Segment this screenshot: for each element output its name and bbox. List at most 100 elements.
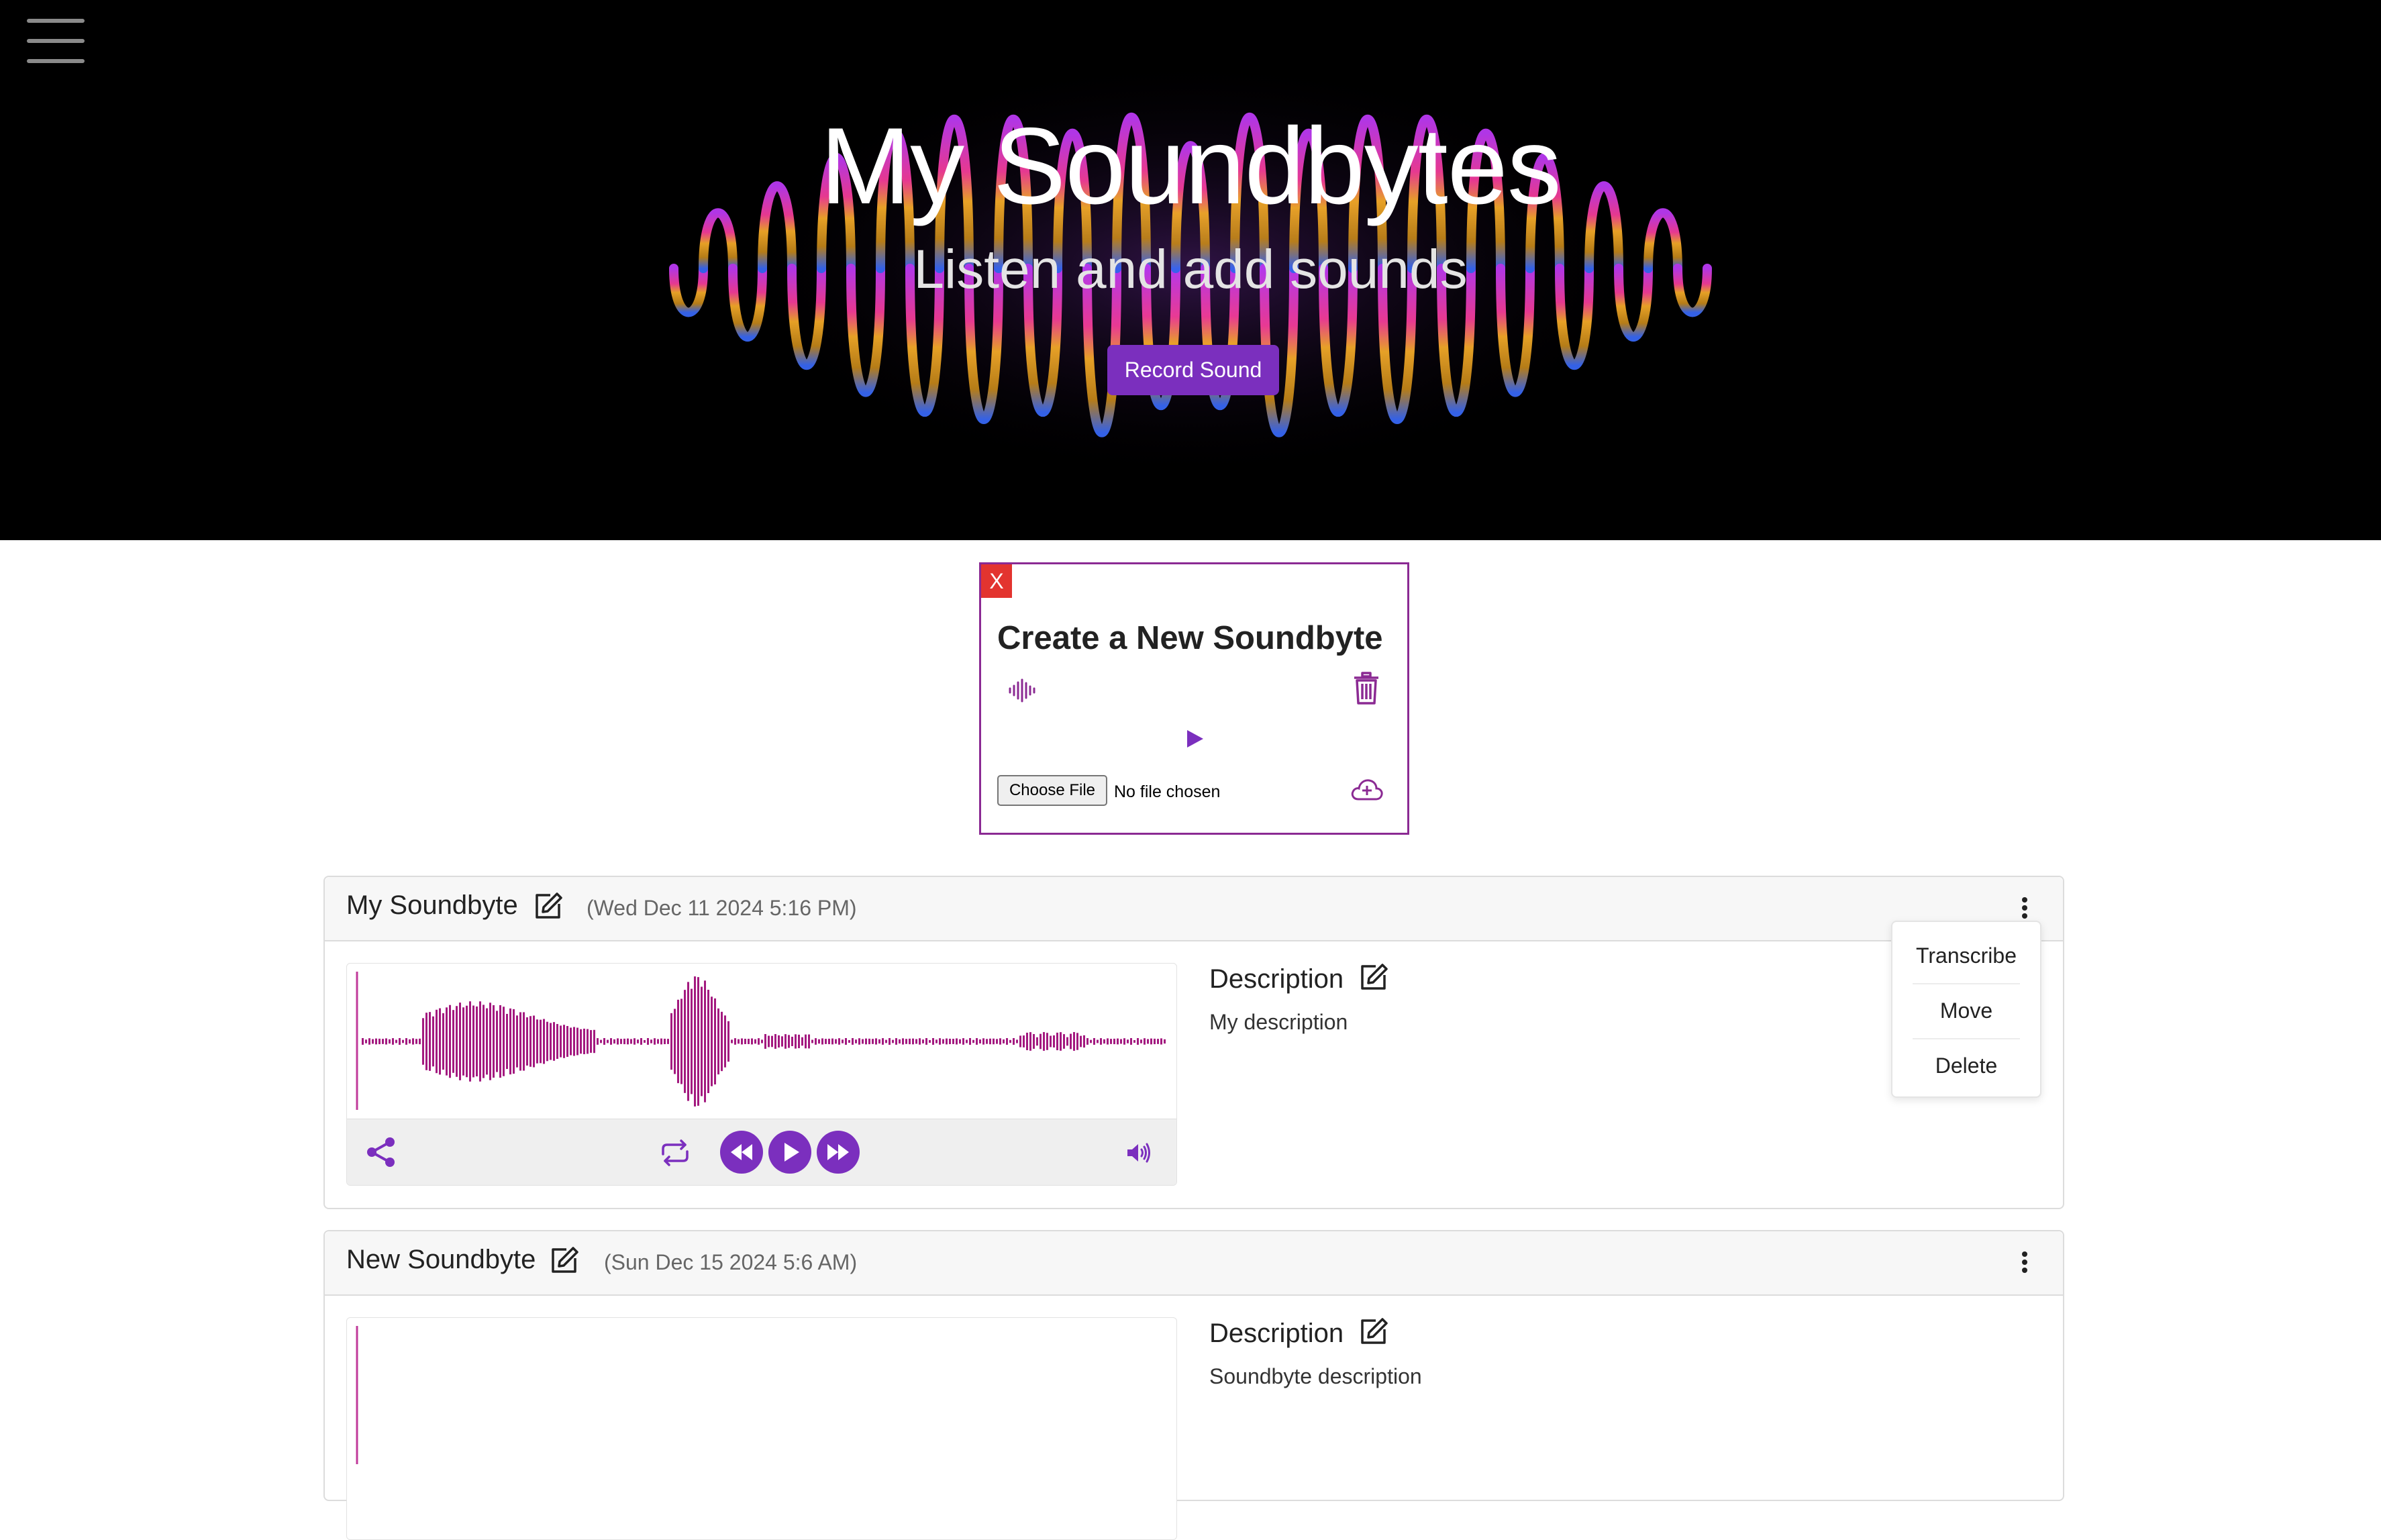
waveform-bar <box>738 1039 740 1044</box>
waveform-bar <box>838 1038 840 1045</box>
waveform-bar <box>593 1029 595 1054</box>
waveform-bar <box>1026 1032 1028 1051</box>
waveform-bar <box>1063 1034 1065 1049</box>
hero-banner: My Soundbytes Listen and add sounds Reco… <box>0 0 2381 540</box>
waveform-bar <box>778 1035 780 1048</box>
waveform-bar <box>580 1029 582 1054</box>
waveform-bar <box>956 1038 958 1045</box>
waveform-bar <box>483 1005 485 1078</box>
sound-wave-icon[interactable] <box>1008 678 1037 703</box>
waveform-bar <box>912 1038 914 1045</box>
waveform-bar <box>1100 1038 1102 1045</box>
repeat-icon[interactable] <box>660 1139 691 1166</box>
waveform-bar <box>647 1038 649 1045</box>
waveform-bar <box>399 1038 401 1045</box>
waveform-bar <box>889 1038 891 1045</box>
fast-forward-button[interactable] <box>817 1131 860 1174</box>
more-vertical-icon[interactable] <box>2021 894 2029 921</box>
close-create-panel-button[interactable]: X <box>981 564 1012 598</box>
cloud-upload-icon[interactable] <box>1350 776 1384 803</box>
waveform-bar <box>711 996 713 1086</box>
waveform-bar <box>1016 1039 1018 1043</box>
waveform-bar <box>1080 1035 1082 1047</box>
waveform-bar <box>939 1038 941 1045</box>
waveform-bar <box>744 1039 746 1044</box>
soundbyte-date: (Wed Dec 11 2024 5:16 PM) <box>587 896 857 920</box>
waveform-bar <box>452 1010 454 1073</box>
menu-item-transcribe[interactable]: Transcribe <box>1913 929 2020 982</box>
waveform-bar <box>446 1007 448 1076</box>
waveform-bar <box>503 1007 505 1076</box>
waveform-bar <box>932 1038 934 1045</box>
waveform-bar <box>882 1038 884 1045</box>
waveform-bar <box>402 1039 404 1043</box>
waveform-bar <box>529 1016 531 1067</box>
edit-description-icon[interactable] <box>1360 963 1388 991</box>
waveform-bar <box>409 1039 411 1044</box>
play-button[interactable] <box>768 1131 811 1174</box>
waveform-bar <box>781 1036 783 1047</box>
waveform-bar <box>758 1038 760 1045</box>
waveform-bar <box>842 1039 844 1043</box>
choose-file-button[interactable]: Choose File <box>997 775 1107 806</box>
waveform-bar <box>422 1018 424 1065</box>
waveform-bar <box>526 1017 528 1066</box>
waveform-bar <box>687 982 689 1101</box>
volume-icon[interactable] <box>1125 1142 1152 1164</box>
waveform-bar <box>439 1008 441 1075</box>
waveform-bar <box>962 1038 964 1045</box>
waveform-bar <box>704 980 706 1102</box>
waveform-bar <box>499 1005 501 1078</box>
waveform-bar <box>697 977 699 1106</box>
share-icon[interactable] <box>366 1137 397 1168</box>
waveform-bar <box>620 1039 622 1044</box>
waveform-bar <box>1157 1039 1159 1044</box>
waveform-bar <box>996 1039 998 1044</box>
waveform-bar <box>543 1019 545 1064</box>
waveform-bar <box>670 1013 672 1070</box>
waveform-bar <box>640 1038 642 1045</box>
more-vertical-icon[interactable] <box>2021 1249 2029 1276</box>
waveform-bar <box>1093 1038 1095 1045</box>
waveform-bar <box>587 1029 589 1054</box>
edit-title-icon[interactable] <box>534 892 562 920</box>
waveform[interactable] <box>347 964 1176 1119</box>
waveform-bar <box>919 1038 921 1045</box>
waveform-bar <box>657 1039 659 1044</box>
waveform-bar <box>1050 1035 1052 1047</box>
soundbyte-date: (Sun Dec 15 2024 5:6 AM) <box>604 1250 858 1274</box>
waveform-bar <box>566 1026 568 1057</box>
menu-item-move[interactable]: Move <box>1913 984 2020 1037</box>
trash-icon[interactable] <box>1353 672 1380 705</box>
description-text: My description <box>1209 1010 1348 1034</box>
waveform-bar <box>610 1038 612 1045</box>
waveform-bar <box>365 1039 367 1043</box>
waveform-bar <box>878 1039 880 1044</box>
waveform[interactable] <box>347 1318 1176 1474</box>
edit-description-icon[interactable] <box>1360 1317 1388 1345</box>
waveform-bar <box>674 1009 676 1074</box>
waveform-bar <box>469 1001 471 1082</box>
waveform-bar <box>506 1013 508 1070</box>
waveform-bar <box>368 1038 370 1045</box>
waveform-bar <box>815 1038 817 1045</box>
waveform-bar <box>935 1039 938 1043</box>
edit-title-icon[interactable] <box>550 1246 578 1274</box>
waveform-bar <box>993 1038 995 1045</box>
waveform-bar <box>828 1038 830 1045</box>
waveform-bar <box>516 1015 518 1068</box>
menu-item-delete[interactable]: Delete <box>1913 1039 2020 1092</box>
waveform-bar <box>1147 1039 1149 1044</box>
waveform-bar <box>378 1038 381 1045</box>
waveform-bar <box>1103 1039 1105 1044</box>
rewind-button[interactable] <box>720 1131 763 1174</box>
waveform-bar <box>721 1011 723 1072</box>
waveform-bar <box>1127 1039 1129 1043</box>
record-sound-button[interactable]: Record Sound <box>1107 345 1279 395</box>
waveform-bar <box>644 1039 646 1043</box>
play-icon[interactable] <box>1184 729 1205 749</box>
waveform-bar <box>362 1038 364 1045</box>
hamburger-menu-icon[interactable] <box>27 19 85 63</box>
waveform-bar <box>751 1038 753 1045</box>
play-icon <box>784 1143 799 1162</box>
